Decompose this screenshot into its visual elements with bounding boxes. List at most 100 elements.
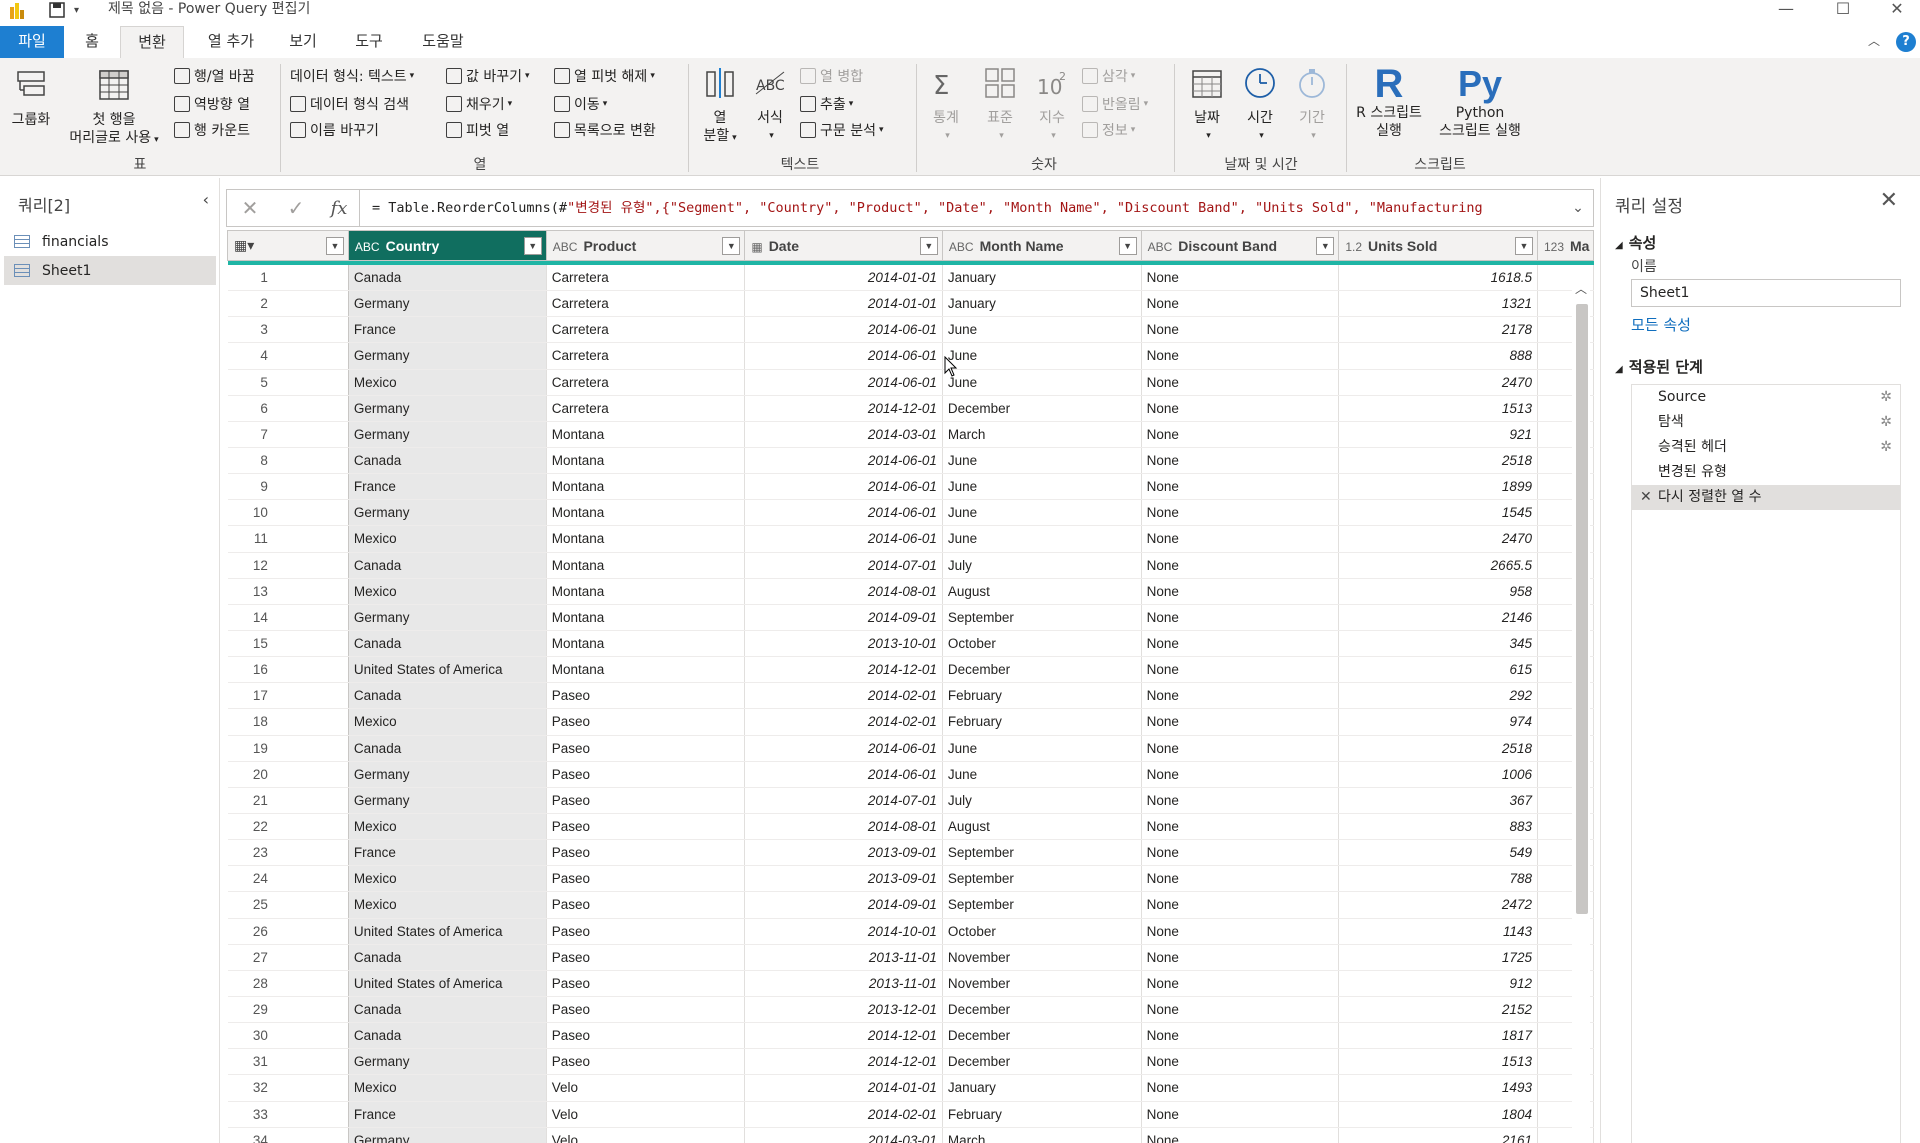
table-cell[interactable]: Montana [546, 447, 746, 475]
table-cell[interactable]: United States of America [348, 918, 547, 945]
table-cell[interactable]: 2178 [1338, 316, 1538, 344]
scrollbar-thumb[interactable] [1576, 304, 1588, 914]
row-number[interactable]: 14 [227, 604, 349, 631]
table-cell[interactable]: Canada [348, 264, 547, 292]
table-row[interactable]: 28 United States of America Paseo 2013-11-0… [227, 970, 1594, 997]
table-cell[interactable]: January [942, 264, 1142, 292]
duration-button[interactable]: 기간 ▾ [1288, 66, 1336, 145]
query-item-financials[interactable]: financials [4, 227, 216, 256]
table-cell[interactable]: Germany [348, 787, 547, 814]
table-cell[interactable]: 2014-06-01 [744, 447, 943, 475]
table-cell[interactable]: September [942, 839, 1142, 867]
row-number[interactable]: 18 [227, 708, 349, 736]
table-row[interactable]: 6 Germany Carretera 2014-12-01 December None 1… [227, 395, 1594, 422]
column-filter-dropdown-icon[interactable]: ▼ [325, 237, 344, 255]
tab-help[interactable]: 도움말 [410, 26, 476, 58]
table-row[interactable]: 18 Mexico Paseo 2014-02-01 February None 974 [227, 708, 1594, 736]
table-cell[interactable]: August [942, 813, 1142, 841]
table-cell[interactable]: 2013-09-01 [744, 865, 943, 893]
table-cell[interactable]: None [1141, 1074, 1340, 1102]
table-row[interactable]: 7 Germany Montana 2014-03-01 March None 921 [227, 421, 1594, 448]
tab-add-column[interactable]: 열 추가 [194, 26, 268, 58]
table-cell[interactable]: None [1141, 1048, 1340, 1076]
row-number[interactable]: 3 [227, 316, 349, 344]
column-filter-dropdown-icon[interactable]: ▼ [1316, 237, 1335, 255]
applied-step-item[interactable]: 변경된 유형 [1632, 460, 1900, 485]
maximize-button[interactable]: ☐ [1820, 0, 1866, 20]
table-cell[interactable]: 1513 [1338, 395, 1538, 422]
table-cell[interactable]: June [942, 735, 1142, 762]
table-cell[interactable]: Mexico [348, 578, 547, 605]
cancel-formula-icon[interactable]: ✕ [227, 196, 273, 220]
table-cell[interactable]: 974 [1338, 708, 1538, 736]
table-cell[interactable]: Paseo [546, 682, 746, 710]
table-cell[interactable]: 2014-12-01 [744, 395, 943, 422]
table-cell[interactable]: Montana [546, 499, 746, 527]
table-cell[interactable]: January [942, 1074, 1142, 1102]
table-cell[interactable]: Germany [348, 395, 547, 422]
table-cell[interactable]: None [1141, 395, 1340, 422]
close-button[interactable]: ✕ [1874, 0, 1920, 20]
row-number[interactable]: 2 [227, 290, 349, 318]
table-cell[interactable]: June [942, 447, 1142, 475]
table-cell[interactable]: Velo [546, 1127, 746, 1143]
table-cell[interactable]: December [942, 1022, 1142, 1050]
table-cell[interactable]: 1321 [1338, 290, 1538, 318]
table-cell[interactable]: None [1141, 499, 1340, 527]
table-cell[interactable]: Mexico [348, 891, 547, 919]
row-number[interactable]: 30 [227, 1022, 349, 1050]
table-cell[interactable]: Carretera [546, 290, 746, 318]
count-rows-button[interactable]: 행 카운트 [174, 120, 250, 140]
column-type-icon[interactable]: ABC [949, 240, 974, 254]
table-menu-icon[interactable]: ▦▾ [234, 237, 254, 253]
format-button[interactable]: ABC 서식 ▾ [748, 66, 792, 145]
table-cell[interactable]: 2014-10-01 [744, 918, 943, 945]
row-number[interactable]: 25 [227, 891, 349, 919]
row-number[interactable]: 4 [227, 342, 349, 370]
table-row[interactable]: 32 Mexico Velo 2014-01-01 January None 1493 [227, 1074, 1594, 1102]
formula-input[interactable]: = Table.ReorderColumns(#"변경된 유형",{"Segme… [359, 190, 1563, 226]
table-cell[interactable]: United States of America [348, 656, 547, 684]
table-cell[interactable]: 2665.5 [1338, 552, 1538, 579]
collapse-ribbon-icon[interactable]: ︿ [1868, 32, 1880, 49]
table-cell[interactable]: 2014-08-01 [744, 578, 943, 605]
step-settings-gear-icon[interactable]: ✲ [1880, 435, 1892, 460]
table-cell[interactable]: None [1141, 525, 1340, 553]
step-settings-gear-icon[interactable]: ✲ [1880, 410, 1892, 435]
row-number[interactable]: 9 [227, 473, 349, 501]
table-cell[interactable]: 2470 [1338, 369, 1538, 396]
date-button[interactable]: 날짜 ▾ [1182, 66, 1232, 145]
table-cell[interactable]: Mexico [348, 369, 547, 396]
table-row[interactable]: 8 Canada Montana 2014-06-01 June None 2518 [227, 447, 1594, 475]
collapse-pane-icon[interactable]: ‹ [203, 190, 209, 209]
column-header[interactable]: ▦▾ ▼ [227, 230, 349, 261]
table-cell[interactable]: Montana [546, 525, 746, 553]
table-cell[interactable]: 2014-06-01 [744, 499, 943, 527]
row-number[interactable]: 11 [227, 525, 349, 553]
table-cell[interactable]: France [348, 839, 547, 867]
applied-step-item[interactable]: ✕ 다시 정렬한 열 수 [1632, 485, 1900, 510]
table-cell[interactable]: Canada [348, 996, 547, 1024]
table-cell[interactable]: Germany [348, 761, 547, 788]
table-cell[interactable]: 2014-09-01 [744, 891, 943, 919]
column-header[interactable]: ABC Month Name ▼ [941, 230, 1142, 261]
table-cell[interactable]: None [1141, 682, 1340, 710]
table-cell[interactable]: Germany [348, 604, 547, 631]
table-cell[interactable]: 2014-03-01 [744, 1127, 943, 1143]
standard-button[interactable]: 표준 ▾ [974, 66, 1026, 145]
applied-step-item[interactable]: 승격된 헤더 ✲ [1632, 435, 1900, 460]
table-cell[interactable]: July [942, 787, 1142, 814]
statistics-button[interactable]: Σ 통계 ▾ [922, 66, 970, 145]
table-cell[interactable]: 888 [1338, 342, 1538, 370]
table-row[interactable]: 10 Germany Montana 2014-06-01 June None 1545 [227, 499, 1594, 527]
table-cell[interactable]: None [1141, 996, 1340, 1024]
table-cell[interactable]: 2518 [1338, 735, 1538, 762]
table-cell[interactable]: Paseo [546, 761, 746, 788]
table-cell[interactable]: 2014-07-01 [744, 787, 943, 814]
table-cell[interactable]: Carretera [546, 264, 746, 292]
trigonometry-button[interactable]: 삼각 ▾ [1082, 66, 1135, 86]
detect-type-button[interactable]: 데이터 형식 검색 [290, 94, 409, 114]
table-cell[interactable]: Paseo [546, 1022, 746, 1050]
table-cell[interactable]: June [942, 525, 1142, 553]
minimize-button[interactable]: — [1763, 0, 1809, 20]
